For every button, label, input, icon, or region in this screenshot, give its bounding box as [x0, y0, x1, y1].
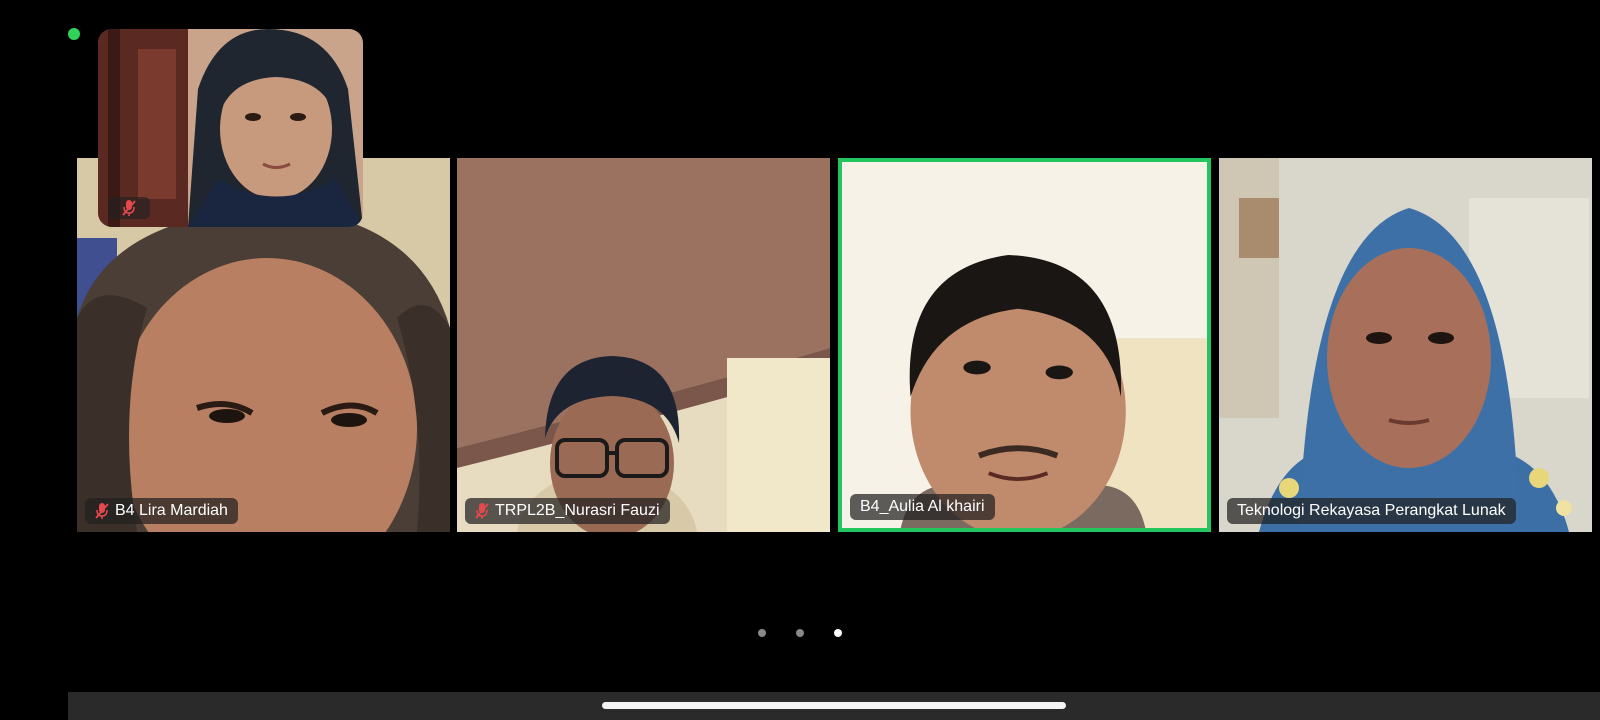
participant-tile-trpl[interactable]: Teknologi Rekayasa Perangkat Lunak: [1219, 158, 1592, 532]
home-indicator[interactable]: [602, 702, 1066, 709]
participant-video-feed: [842, 162, 1207, 528]
page-dot-3[interactable]: [834, 629, 842, 637]
meeting-stage: B4 Lira Mardiah TRPL2B_Nurasri Fauzi B4_…: [0, 0, 1600, 720]
participant-name: B4_Aulia Al khairi: [860, 498, 985, 515]
participant-name-label: TRPL2B_Nurasri Fauzi: [465, 498, 670, 524]
connection-status-icon: [68, 28, 80, 40]
page-dot-1[interactable]: [758, 629, 766, 637]
participant-video-feed: [1219, 158, 1592, 532]
participant-name-label: B4_Aulia Al khairi: [850, 494, 995, 520]
participant-name: TRPL2B_Nurasri Fauzi: [495, 502, 660, 519]
mic-off-icon: [475, 503, 489, 519]
participant-name-label: Teknologi Rekayasa Perangkat Lunak: [1227, 498, 1516, 524]
participant-name-label: B4 Lira Mardiah: [85, 498, 238, 524]
participant-name: B4 Lira Mardiah: [115, 502, 228, 519]
participant-video-feed: [457, 158, 830, 532]
self-mute-indicator: [108, 197, 150, 219]
mic-off-icon: [95, 503, 109, 519]
self-view-video[interactable]: [98, 29, 363, 227]
participant-tile-nurasri[interactable]: TRPL2B_Nurasri Fauzi: [457, 158, 830, 532]
page-dot-2[interactable]: [796, 629, 804, 637]
participant-name: Teknologi Rekayasa Perangkat Lunak: [1237, 502, 1506, 519]
gallery-pagination[interactable]: [0, 629, 1600, 637]
mic-off-icon: [122, 200, 136, 216]
participant-tile-aulia[interactable]: B4_Aulia Al khairi: [838, 158, 1211, 532]
